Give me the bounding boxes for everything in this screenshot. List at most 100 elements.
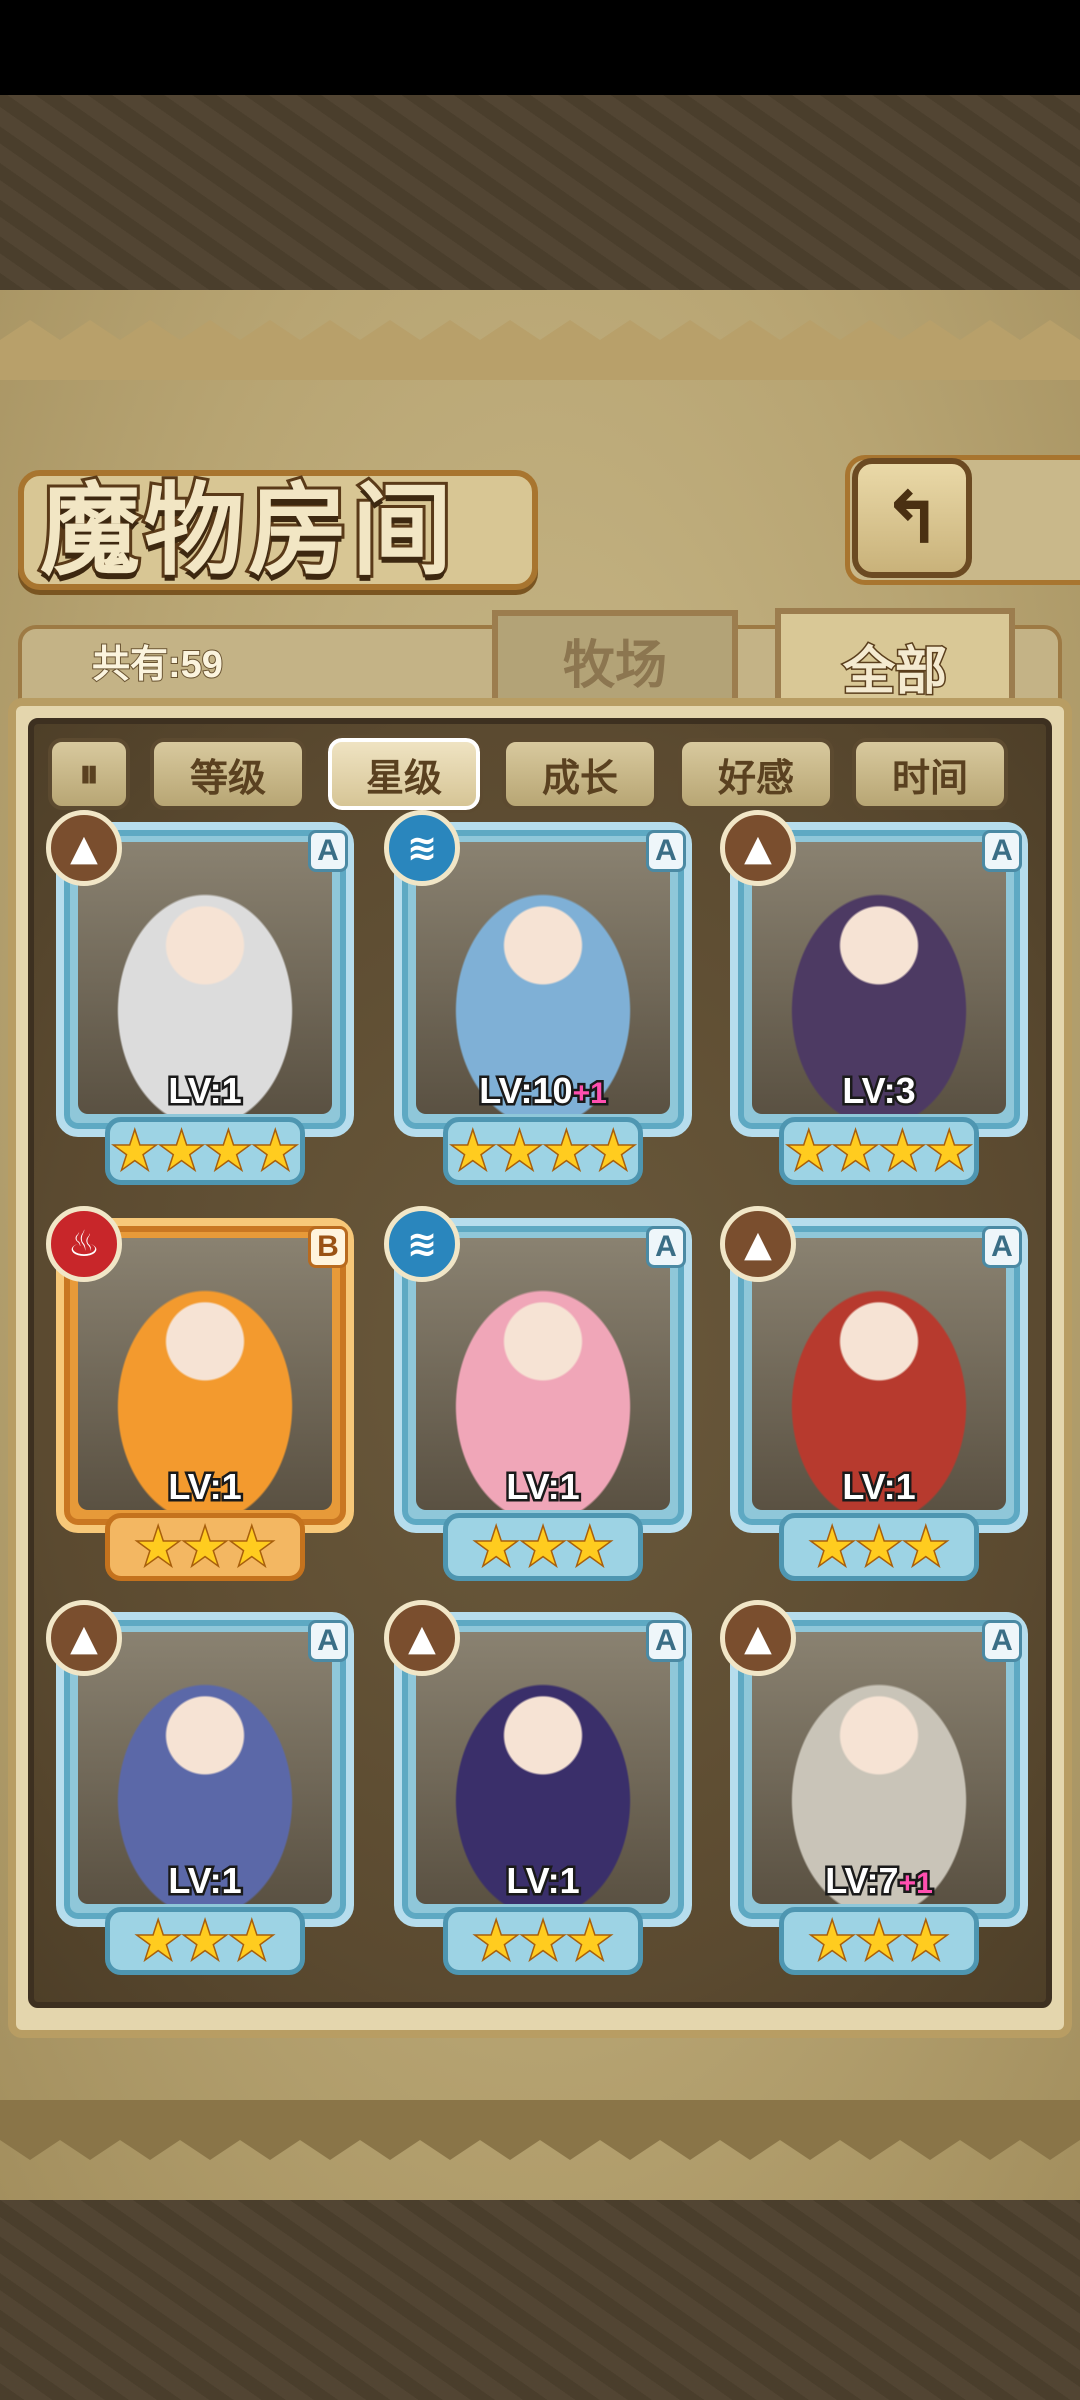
star-rating: ★ ★ ★	[105, 1907, 305, 1975]
star-icon: ★	[566, 1518, 614, 1576]
monster-card[interactable]: A ≋ LV:10+1 ★ ★ ★ ★	[384, 810, 698, 1185]
monster-card[interactable]: A ▲ LV:1 ★ ★ ★	[46, 1600, 360, 1975]
star-icon: ★	[902, 1912, 950, 1970]
level-text: LV:1	[504, 1464, 582, 1510]
star-icon: ★	[251, 1122, 299, 1180]
star-icon: ★	[496, 1122, 544, 1180]
level-label: LV:1	[724, 1464, 1034, 1510]
rank-badge: A	[982, 1226, 1022, 1268]
star-icon: ★	[472, 1912, 520, 1970]
level-text: LV:1	[840, 1464, 918, 1510]
earth-element-icon: ▲	[720, 1206, 796, 1282]
pause-icon: ⏸	[79, 751, 99, 797]
filter-growth[interactable]: 成长	[502, 738, 658, 810]
star-icon: ★	[181, 1912, 229, 1970]
level-label: LV:1	[50, 1464, 360, 1510]
filter-time[interactable]: 时间	[852, 738, 1008, 810]
level-bonus: +1	[570, 1075, 609, 1113]
star-icon: ★	[566, 1912, 614, 1970]
level-text: LV:3	[840, 1068, 918, 1114]
monster-card[interactable]: A ▲ LV:3 ★ ★ ★ ★	[720, 810, 1034, 1185]
monster-card[interactable]: A ▲ LV:7+1 ★ ★ ★	[720, 1600, 1034, 1975]
rank-badge: A	[646, 830, 686, 872]
map-background-bottom	[0, 2200, 1080, 2400]
rank-badge: A	[646, 1226, 686, 1268]
earth-element-icon: ▲	[46, 1600, 122, 1676]
fire-element-icon: ♨	[46, 1206, 122, 1282]
star-rating: ★ ★ ★	[779, 1907, 979, 1975]
level-label: LV:10+1	[388, 1068, 698, 1114]
star-icon: ★	[228, 1912, 276, 1970]
level-label: LV:7+1	[724, 1858, 1034, 1904]
star-icon: ★	[855, 1912, 903, 1970]
monster-card[interactable]: A ▲ LV:1 ★ ★ ★	[720, 1206, 1034, 1581]
star-icon: ★	[832, 1122, 880, 1180]
level-text: LV:1	[166, 1858, 244, 1904]
star-icon: ★	[111, 1122, 159, 1180]
star-rating: ★ ★ ★	[443, 1513, 643, 1581]
level-text: LV:1	[166, 1464, 244, 1510]
level-label: LV:1	[388, 1858, 698, 1904]
back-button[interactable]: ↰	[852, 458, 972, 578]
star-icon: ★	[181, 1518, 229, 1576]
earth-element-icon: ▲	[46, 810, 122, 886]
level-text: LV:1	[166, 1068, 244, 1114]
star-icon: ★	[228, 1518, 276, 1576]
map-background-top	[0, 95, 1080, 290]
star-rating: ★ ★ ★ ★	[779, 1117, 979, 1185]
star-icon: ★	[925, 1122, 973, 1180]
star-rating: ★ ★ ★	[105, 1513, 305, 1581]
monster-count: 共有:59	[91, 643, 224, 687]
rank-badge: B	[308, 1226, 348, 1268]
filter-stars[interactable]: 星级	[325, 735, 483, 813]
star-icon: ★	[808, 1912, 856, 1970]
zigzag-border-bottom	[0, 2100, 1080, 2160]
tab-ranch[interactable]: 牧场	[492, 610, 738, 705]
level-text: LV:10	[477, 1068, 575, 1114]
sort-order-toggle[interactable]: ⏸	[48, 738, 130, 810]
rank-badge: A	[982, 1620, 1022, 1662]
star-icon: ★	[879, 1122, 927, 1180]
level-label: LV:1	[50, 1858, 360, 1904]
star-icon: ★	[785, 1122, 833, 1180]
level-text: LV:1	[504, 1858, 582, 1904]
earth-element-icon: ▲	[384, 1600, 460, 1676]
star-rating: ★ ★ ★ ★	[105, 1117, 305, 1185]
zigzag-border-top	[0, 320, 1080, 380]
star-icon: ★	[134, 1912, 182, 1970]
star-icon: ★	[589, 1122, 637, 1180]
star-icon: ★	[519, 1518, 567, 1576]
star-icon: ★	[519, 1912, 567, 1970]
level-bonus: +1	[896, 1865, 935, 1903]
monster-card[interactable]: A ▲ LV:1 ★ ★ ★	[384, 1600, 698, 1975]
star-icon: ★	[449, 1122, 497, 1180]
star-icon: ★	[472, 1518, 520, 1576]
level-text: LV:7	[823, 1858, 901, 1904]
rank-badge: A	[308, 1620, 348, 1662]
status-bar	[0, 0, 1080, 95]
star-icon: ★	[543, 1122, 591, 1180]
earth-element-icon: ▲	[720, 1600, 796, 1676]
star-icon: ★	[808, 1518, 856, 1576]
star-icon: ★	[205, 1122, 253, 1180]
star-icon: ★	[158, 1122, 206, 1180]
level-label: LV:1	[388, 1464, 698, 1510]
earth-element-icon: ▲	[720, 810, 796, 886]
rank-badge: A	[982, 830, 1022, 872]
star-rating: ★ ★ ★	[779, 1513, 979, 1581]
star-icon: ★	[902, 1518, 950, 1576]
filter-affection[interactable]: 好感	[678, 738, 834, 810]
monster-card[interactable]: B ♨ LV:1 ★ ★ ★	[46, 1206, 360, 1581]
star-icon: ★	[855, 1518, 903, 1576]
water-element-icon: ≋	[384, 810, 460, 886]
monster-card[interactable]: A ▲ LV:1 ★ ★ ★ ★	[46, 810, 360, 1185]
star-rating: ★ ★ ★	[443, 1907, 643, 1975]
filter-level[interactable]: 等级	[150, 738, 306, 810]
star-icon: ★	[134, 1518, 182, 1576]
level-label: LV:3	[724, 1068, 1034, 1114]
page-title: 魔物房间	[37, 468, 456, 592]
level-label: LV:1	[50, 1068, 360, 1114]
back-arrow-icon: ↰	[881, 476, 943, 560]
monster-card[interactable]: A ≋ LV:1 ★ ★ ★	[384, 1206, 698, 1581]
water-element-icon: ≋	[384, 1206, 460, 1282]
